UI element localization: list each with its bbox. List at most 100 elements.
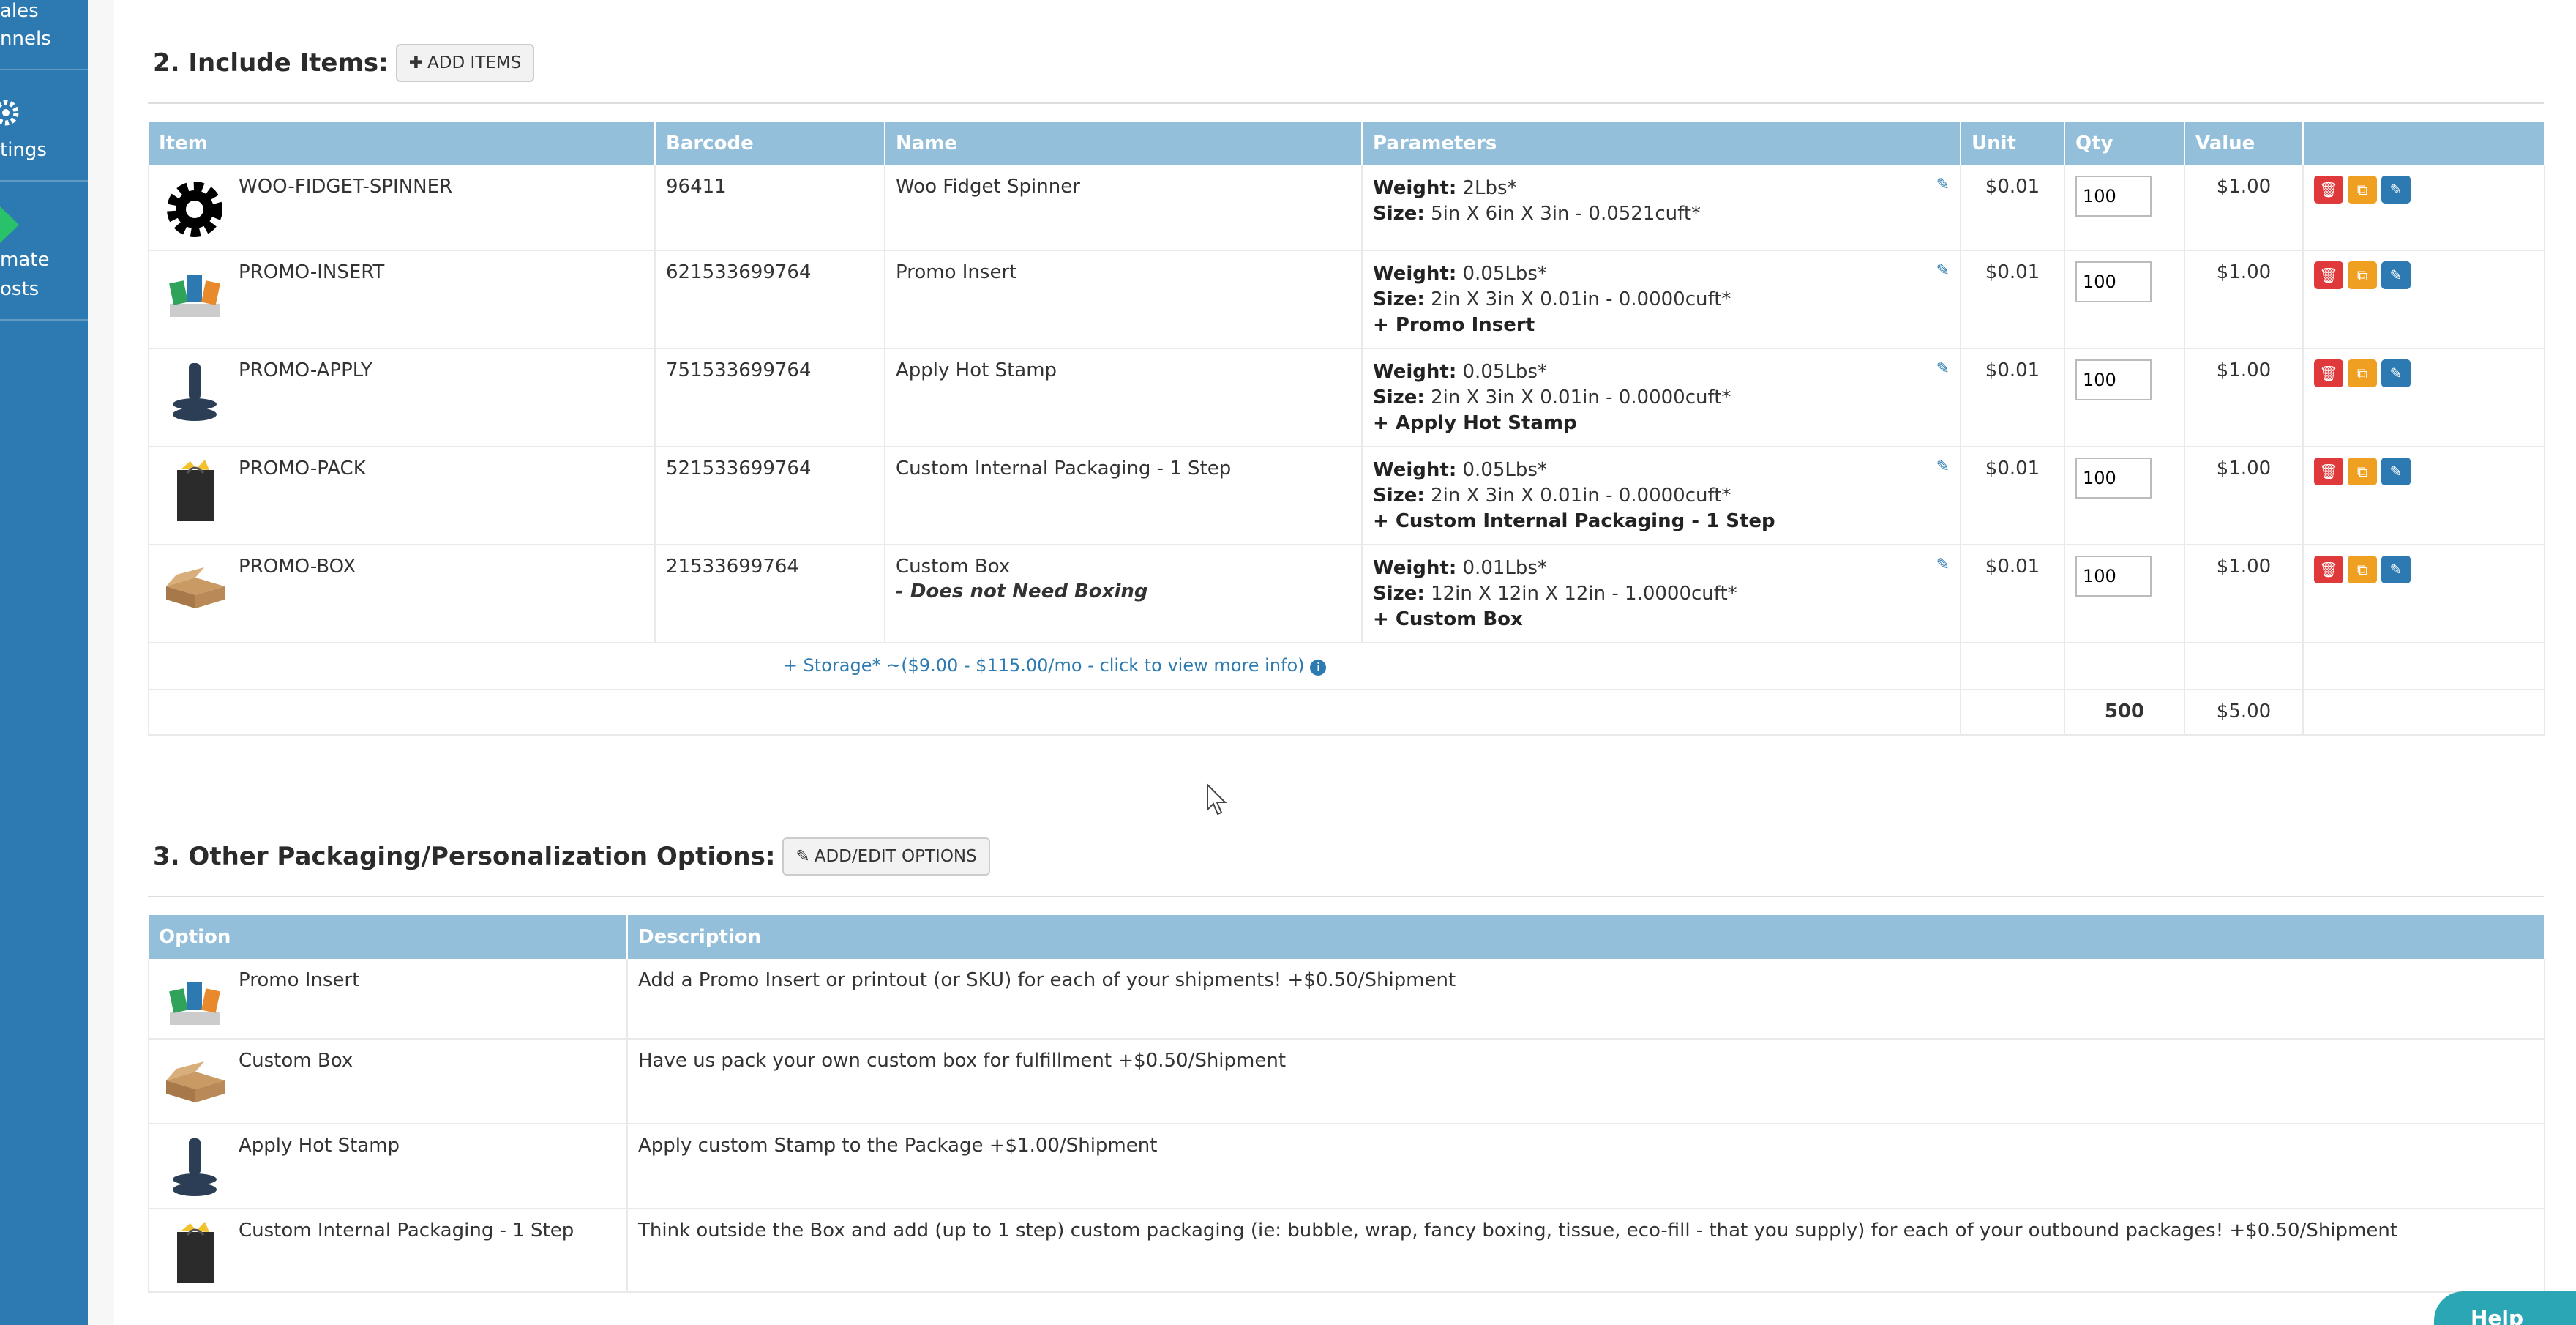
weight-value: 0.05Lbs* (1462, 459, 1547, 481)
add-edit-options-button[interactable]: ✎ ADD/EDIT OPTIONS (782, 837, 990, 876)
edit-parameters-icon[interactable]: ✎ (1936, 261, 1950, 280)
item-barcode: 521533699764 (655, 447, 886, 545)
packaging-thumbnail (160, 1218, 230, 1288)
item-sku: PROMO-INSERT (239, 261, 385, 283)
sidebar-item-estimate[interactable]: mate (0, 249, 49, 271)
table-row: Custom Box Have us pack your own custom … (148, 1039, 2545, 1124)
delete-button[interactable]: 🗑 (2314, 359, 2343, 387)
table-row: Custom Internal Packaging - 1 Step Think… (148, 1209, 2545, 1293)
duplicate-button[interactable]: ⧉ (2348, 458, 2377, 485)
pencil-icon: ✎ (795, 847, 810, 866)
cards-icon (169, 275, 220, 317)
box-icon (166, 567, 225, 608)
total-value: $5.00 (2184, 690, 2304, 736)
copy-icon: ⧉ (2356, 181, 2368, 198)
edit-parameters-icon[interactable]: ✎ (1936, 359, 1950, 378)
sidebar-divider (0, 319, 88, 321)
gift-bag-icon (177, 460, 214, 521)
trash-icon: 🗑 (2319, 181, 2338, 198)
col-name[interactable]: Name (885, 122, 1363, 165)
sidebar-item-settings[interactable]: tings (0, 139, 47, 161)
table-row: PROMO-BOX 21533699764 Custom Box - Does … (148, 545, 2545, 643)
info-icon[interactable]: i (1310, 660, 1327, 676)
help-button[interactable]: Help (2434, 1291, 2576, 1325)
col-description[interactable]: Description (627, 915, 2545, 959)
delete-button[interactable]: 🗑 (2314, 261, 2343, 289)
col-parameters[interactable]: Parameters (1362, 122, 1961, 165)
edit-button[interactable]: ✎ (2381, 261, 2411, 289)
qty-input[interactable] (2075, 556, 2152, 597)
duplicate-button[interactable]: ⧉ (2348, 359, 2377, 387)
qty-input[interactable] (2075, 359, 2152, 400)
table-row: PROMO-PACK 521533699764 Custom Internal … (148, 447, 2545, 545)
sidebar-item-channels[interactable]: nnels (0, 28, 51, 50)
item-name: Apply Hot Stamp (896, 359, 1057, 381)
pencil-icon: ✎ (2389, 181, 2403, 198)
stamp-icon (173, 1138, 217, 1196)
pencil-icon: ✎ (2389, 266, 2403, 284)
hot-stamp-thumbnail (160, 1133, 230, 1203)
storage-info-link[interactable]: + Storage* ~($9.00 - $115.00/mo - click … (783, 655, 1305, 676)
option-description: Add a Promo Insert or printout (or SKU) … (627, 959, 2545, 1040)
edit-parameters-icon[interactable]: ✎ (1936, 176, 1950, 194)
item-sku: PROMO-APPLY (239, 359, 372, 381)
item-name: Promo Insert (896, 261, 1017, 283)
settings-icon[interactable] (0, 94, 29, 132)
qty-input[interactable] (2075, 458, 2152, 499)
qty-input[interactable] (2075, 176, 2152, 217)
item-unit: $0.01 (1961, 545, 2065, 643)
edit-button[interactable]: ✎ (2381, 176, 2411, 204)
trash-icon: 🗑 (2319, 365, 2338, 382)
table-row: WOO-FIDGET-SPINNER 96411 Woo Fidget Spin… (148, 165, 2545, 251)
trash-icon: 🗑 (2319, 463, 2338, 480)
duplicate-button[interactable]: ⧉ (2348, 176, 2377, 204)
estimate-icon[interactable] (0, 206, 22, 243)
edit-parameters-icon[interactable]: ✎ (1936, 458, 1950, 476)
col-barcode[interactable]: Barcode (655, 122, 886, 165)
edit-button[interactable]: ✎ (2381, 458, 2411, 485)
pencil-icon: ✎ (2389, 463, 2403, 480)
weight-label: Weight: (1373, 177, 1457, 199)
delete-button[interactable]: 🗑 (2314, 556, 2343, 583)
col-item[interactable]: Item (149, 122, 656, 165)
options-header: 3. Other Packaging/Personalization Optio… (153, 837, 990, 876)
item-unit: $0.01 (1961, 165, 2065, 251)
weight-label: Weight: (1373, 557, 1457, 579)
option-name: Apply Hot Stamp (239, 1135, 400, 1157)
copy-icon: ⧉ (2356, 266, 2368, 284)
edit-parameters-icon[interactable]: ✎ (1936, 556, 1950, 574)
size-label: Size: (1373, 387, 1425, 408)
weight-value: 0.01Lbs* (1462, 557, 1547, 579)
weight-label: Weight: (1373, 263, 1457, 285)
promo-insert-thumbnail (160, 968, 230, 1038)
add-items-button[interactable]: ✚ ADD ITEMS (395, 44, 535, 82)
item-barcode: 621533699764 (655, 250, 886, 349)
duplicate-button[interactable]: ⧉ (2348, 261, 2377, 289)
col-option[interactable]: Option (149, 915, 628, 959)
delete-button[interactable]: 🗑 (2314, 176, 2343, 204)
weight-label: Weight: (1373, 459, 1457, 481)
storage-row: + Storage* ~($9.00 - $115.00/mo - click … (148, 643, 2545, 690)
duplicate-button[interactable]: ⧉ (2348, 556, 2377, 583)
options-title: 3. Other Packaging/Personalization Optio… (153, 842, 776, 871)
table-row: Apply Hot Stamp Apply custom Stamp to th… (148, 1124, 2545, 1209)
col-qty[interactable]: Qty (2064, 122, 2185, 165)
item-sku: PROMO-BOX (239, 556, 356, 578)
size-value: 2in X 3in X 0.01in - 0.0000cuft* (1431, 387, 1731, 408)
included-addon: + Apply Hot Stamp (1373, 412, 1577, 434)
pencil-icon: ✎ (2389, 561, 2403, 578)
col-actions (2303, 122, 2545, 165)
col-value[interactable]: Value (2184, 122, 2304, 165)
custom-box-thumbnail (160, 554, 230, 624)
size-value: 2in X 3in X 0.01in - 0.0000cuft* (1431, 288, 1731, 310)
edit-button[interactable]: ✎ (2381, 359, 2411, 387)
sidebar-item-costs[interactable]: osts (0, 278, 39, 300)
item-unit: $0.01 (1961, 447, 2065, 545)
custom-box-thumbnail (160, 1048, 230, 1119)
edit-button[interactable]: ✎ (2381, 556, 2411, 583)
col-unit[interactable]: Unit (1961, 122, 2065, 165)
sidebar-item-sales[interactable]: ales (0, 0, 39, 22)
qty-input[interactable] (2075, 261, 2152, 302)
add-edit-options-label: ADD/EDIT OPTIONS (814, 847, 977, 866)
delete-button[interactable]: 🗑 (2314, 458, 2343, 485)
